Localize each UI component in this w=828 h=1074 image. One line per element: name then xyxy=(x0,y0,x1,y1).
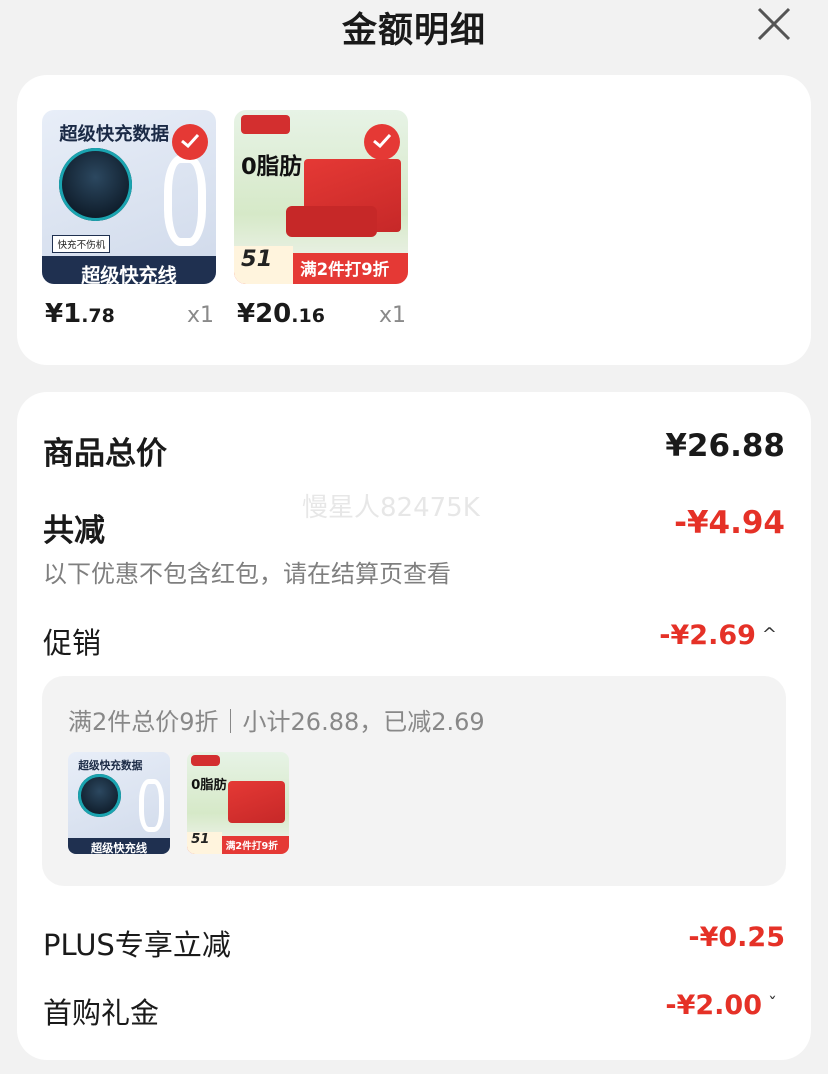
product-quantity: x1 xyxy=(186,303,214,328)
plus-value: -¥0.25 xyxy=(688,922,785,953)
product-art-band: 超级快充线 xyxy=(42,256,216,284)
chevron-up-icon[interactable]: ^ xyxy=(762,624,777,645)
product-art-cable xyxy=(139,778,164,832)
first-purchase-row[interactable]: 首购礼金 -¥2.00 ˇ xyxy=(43,990,785,1030)
total-row: 商品总价 ¥26.88 xyxy=(43,428,785,472)
product-price: ¥20.16 xyxy=(237,299,325,329)
product-item[interactable]: 0脂肪 满2件打9折 51 ¥20.16 x1 xyxy=(234,110,408,329)
product-image[interactable]: 0脂肪 满2件打9折 51 xyxy=(234,110,408,284)
close-icon[interactable] xyxy=(756,6,792,42)
page-title: 金额明细 xyxy=(341,11,486,51)
watermark: 慢星人82475K xyxy=(302,493,480,523)
discount-hint-row: 以下优惠不包含红包，请在结算页查看 xyxy=(43,554,785,588)
header: 金额明细 xyxy=(0,0,828,56)
plus-row: PLUS专享立减 -¥0.25 xyxy=(43,922,785,962)
discount-value: -¥4.94 xyxy=(674,505,785,541)
product-list-card: 超级快充数据 快充不伤机 超级快充线 ¥1.78 x1 0脂肪 满2件打9折 5… xyxy=(17,75,811,365)
first-purchase-label: 首购礼金 xyxy=(43,996,160,1030)
product-image[interactable]: 超级快充数据 快充不伤机 超级快充线 xyxy=(42,110,216,284)
total-value: ¥26.88 xyxy=(665,428,785,464)
chevron-down-icon[interactable]: ˇ xyxy=(768,994,777,1015)
brand-logo xyxy=(191,755,220,767)
brand-logo xyxy=(240,115,290,135)
product-art-title: 超级快充数据 xyxy=(59,124,169,146)
check-icon xyxy=(172,124,208,160)
discount-label: 共减 xyxy=(43,513,105,549)
promo-detail-text: 满2件总价9折｜小计26.88，已减2.69 xyxy=(68,708,485,736)
product-art-cups xyxy=(286,205,377,237)
check-icon xyxy=(364,124,400,160)
promo-label: 促销 xyxy=(43,626,102,660)
product-art-pricetag: 51 xyxy=(234,245,294,284)
product-price: ¥1.78 xyxy=(45,299,115,329)
product-art-cable xyxy=(163,155,206,246)
first-purchase-value: -¥2.00 ˇ xyxy=(665,990,777,1021)
promo-product-thumb[interactable]: 超级快充数据 超级快充线 xyxy=(68,752,170,854)
product-art-disc xyxy=(78,774,122,818)
product-art-box xyxy=(227,780,285,824)
product-art-tag: 快充不伤机 xyxy=(52,234,111,253)
product-art-title: 超级快充数据 xyxy=(78,759,143,773)
product-item[interactable]: 超级快充数据 快充不伤机 超级快充线 ¥1.78 x1 xyxy=(42,110,216,329)
product-art-band: 超级快充线 xyxy=(68,837,170,854)
product-art-disc xyxy=(59,148,133,222)
product-art-title: 0脂肪 xyxy=(240,154,302,181)
promo-product-thumb[interactable]: 0脂肪 满2件打9折 51 xyxy=(187,752,289,854)
total-label: 商品总价 xyxy=(43,436,167,472)
product-quantity: x1 xyxy=(378,303,406,328)
discount-hint: 以下优惠不包含红包，请在结算页查看 xyxy=(43,560,451,588)
promo-value: -¥2.69 ^ xyxy=(659,620,777,651)
plus-label: PLUS专享立减 xyxy=(43,928,231,962)
promo-row[interactable]: 促销 -¥2.69 ^ xyxy=(43,620,785,660)
product-art-title: 0脂肪 xyxy=(191,778,227,794)
promo-detail-panel: 满2件总价9折｜小计26.88，已减2.69 超级快充数据 超级快充线 0脂肪 … xyxy=(42,676,786,886)
product-art-pricetag: 51 xyxy=(187,831,222,854)
